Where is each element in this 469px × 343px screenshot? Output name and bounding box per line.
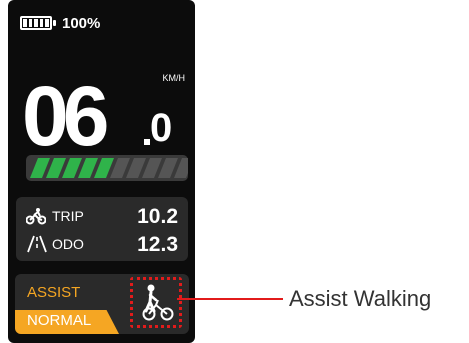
bicycle-rider-icon xyxy=(26,208,46,225)
callout-label: Assist Walking xyxy=(289,286,432,311)
assist-panel: ASSIST NORMAL xyxy=(15,274,189,334)
odo-row: ODO 12.3 xyxy=(26,233,178,257)
assist-label: ASSIST xyxy=(27,284,81,301)
speed-decimal: 0 xyxy=(150,106,173,150)
trip-label: TRIP xyxy=(52,208,84,224)
road-icon xyxy=(27,235,47,253)
odo-label: ODO xyxy=(52,236,84,252)
trip-value: 10.2 xyxy=(137,205,178,228)
battery-icon xyxy=(20,16,52,30)
assist-level-bar xyxy=(26,155,188,181)
battery-tip xyxy=(53,20,56,26)
battery-percent: 100% xyxy=(62,15,101,32)
walking-with-bicycle-icon[interactable] xyxy=(139,284,175,322)
speed-value: 06 xyxy=(22,69,109,163)
assist-mode: NORMAL xyxy=(27,312,92,329)
speed-unit: KM/H xyxy=(162,73,186,83)
odo-value: 12.3 xyxy=(137,233,178,256)
callout-line xyxy=(177,298,283,300)
trip-row: TRIP 10.2 xyxy=(26,205,178,229)
ebike-display: 100% KM/H 06 0 TRIP 10.2 ODO 12.3 ASSIST… xyxy=(8,0,195,343)
trip-odo-panel: TRIP 10.2 ODO 12.3 xyxy=(16,197,188,261)
